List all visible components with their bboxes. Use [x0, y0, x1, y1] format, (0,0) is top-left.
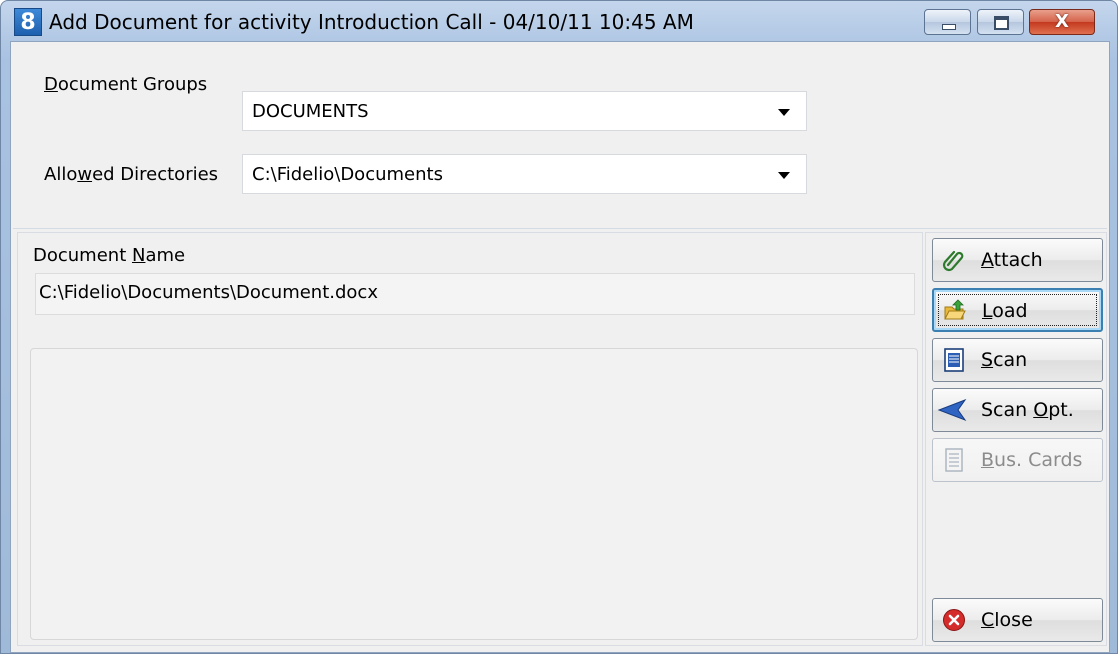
close-x-icon: X	[1055, 11, 1069, 32]
scan-document-icon	[944, 348, 964, 372]
load-label: Load	[982, 300, 1028, 322]
window-frame: 8 Add Document for activity Introduction…	[0, 0, 1118, 654]
title-bar[interactable]: 8 Add Document for activity Introduction…	[1, 1, 1117, 41]
document-groups-label: Document Groups	[44, 74, 208, 95]
scan-options-button[interactable]: Scan Opt.	[932, 388, 1103, 432]
scan-label: Scan	[981, 349, 1028, 371]
document-groups-select[interactable]: DOCUMENTS	[242, 91, 807, 131]
client-area: Document Groups DOCUMENTS Allowed Direct…	[10, 41, 1110, 653]
filter-panel: Document Groups DOCUMENTS Allowed Direct…	[13, 44, 1107, 229]
business-cards-label: Bus. Cards	[981, 449, 1083, 471]
allowed-directories-value: C:\Fidelio\Documents	[252, 164, 443, 185]
allowed-directories-select[interactable]: C:\Fidelio\Documents	[242, 154, 807, 194]
scan-options-label: Scan Opt.	[981, 399, 1074, 421]
load-button[interactable]: Load	[932, 288, 1103, 332]
paperclip-icon	[942, 250, 964, 272]
chevron-down-icon[interactable]	[778, 109, 790, 116]
scan-options-icon	[937, 398, 967, 422]
maximize-button[interactable]	[977, 9, 1024, 35]
document-name-label: Document Name	[33, 245, 186, 266]
allowed-directories-label: Allowed Directories	[44, 164, 219, 185]
document-preview-area	[30, 348, 918, 640]
close-label: Close	[981, 609, 1033, 631]
close-button[interactable]: Close	[932, 598, 1103, 642]
window-close-button[interactable]: X	[1029, 9, 1095, 35]
close-icon	[943, 609, 965, 631]
document-name-value: C:\Fidelio\Documents\Document.docx	[39, 282, 378, 303]
folder-open-icon	[944, 299, 966, 320]
attach-button[interactable]: Attach	[932, 238, 1103, 282]
minimize-button[interactable]	[924, 9, 971, 35]
scan-button[interactable]: Scan	[932, 338, 1103, 382]
document-groups-value: DOCUMENTS	[252, 101, 369, 122]
window-title: Add Document for activity Introduction C…	[49, 10, 694, 34]
attach-label: Attach	[981, 249, 1043, 271]
business-card-icon	[945, 448, 963, 472]
business-cards-button[interactable]: Bus. Cards	[932, 438, 1103, 482]
app-icon[interactable]: 8	[14, 8, 42, 36]
document-name-field[interactable]: C:\Fidelio\Documents\Document.docx	[35, 273, 915, 315]
chevron-down-icon[interactable]	[778, 172, 790, 179]
